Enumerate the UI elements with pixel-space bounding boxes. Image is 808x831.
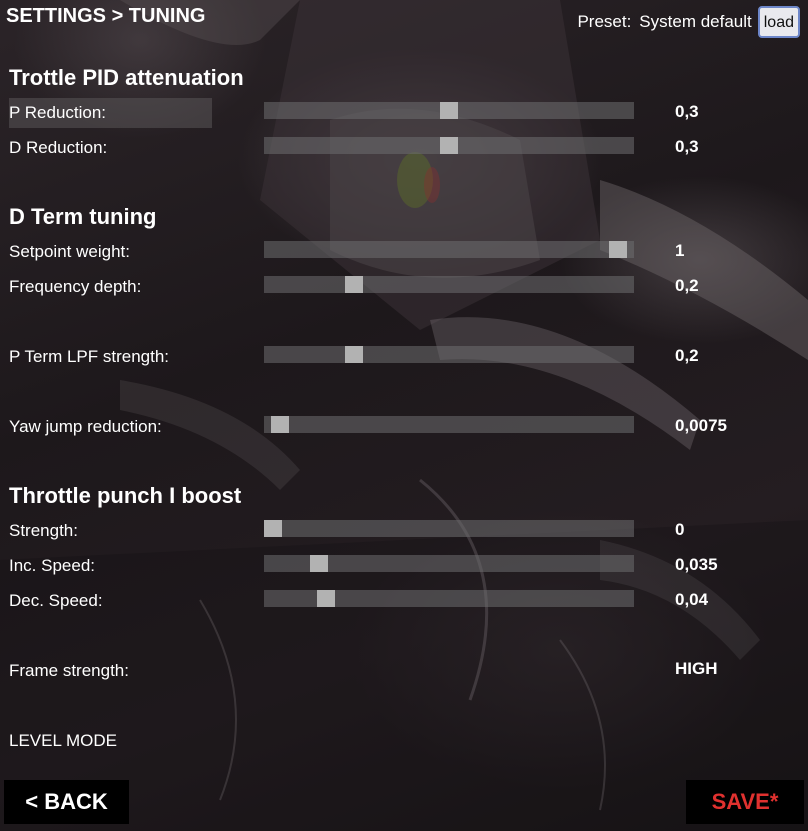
dec-speed-thumb[interactable] [317,590,335,607]
strength-slider[interactable] [264,520,634,537]
setpoint-weight-value: 1 [675,241,685,260]
p-reduction-thumb[interactable] [440,102,458,119]
frame-strength-label: Frame strength: [9,661,129,680]
load-button[interactable]: load [757,6,800,38]
strength-thumb[interactable] [264,520,282,537]
p-reduction-value: 0,3 [675,102,699,121]
yaw-jump-label: Yaw jump reduction: [9,417,162,436]
inc-speed-slider[interactable] [264,555,634,572]
back-button[interactable]: < BACK [4,780,129,824]
yaw-jump-thumb[interactable] [271,416,289,433]
p-reduction-label: P Reduction: [9,98,212,128]
dec-speed-value: 0,04 [675,590,709,609]
frequency-depth-thumb[interactable] [345,276,363,293]
frame-strength-value[interactable]: HIGH [675,659,718,679]
preset-selector: Preset: System default load [577,6,800,38]
setpoint-weight-label: Setpoint weight: [9,242,130,261]
yaw-jump-slider[interactable] [264,416,634,433]
preset-value[interactable]: System default [639,12,751,32]
inc-speed-thumb[interactable] [310,555,328,572]
pterm-lpf-label: P Term LPF strength: [9,347,169,366]
inc-speed-label: Inc. Speed: [9,556,96,575]
d-reduction-thumb[interactable] [440,137,458,154]
d-reduction-label: D Reduction: [9,138,108,157]
pterm-lpf-value: 0,2 [675,346,699,365]
dec-speed-slider[interactable] [264,590,634,607]
frequency-depth-slider[interactable] [264,276,634,293]
level-mode-link[interactable]: LEVEL MODE [9,726,117,756]
inc-speed-value: 0,035 [675,555,718,574]
p-reduction-slider[interactable] [264,102,634,119]
page-title: SETTINGS > TUNING [6,5,206,27]
setpoint-weight-thumb[interactable] [609,241,627,258]
d-reduction-slider[interactable] [264,137,634,154]
preset-label: Preset: [577,12,632,31]
yaw-jump-value: 0,0075 [675,416,727,435]
frequency-depth-label: Frequency depth: [9,277,142,296]
section-title-punch: Throttle punch I boost [9,483,242,508]
strength-label: Strength: [9,521,78,540]
setpoint-weight-slider[interactable] [264,241,634,258]
d-reduction-value: 0,3 [675,137,699,156]
pterm-lpf-thumb[interactable] [345,346,363,363]
dec-speed-label: Dec. Speed: [9,591,103,610]
frequency-depth-value: 0,2 [675,276,699,295]
section-title-dterm: D Term tuning [9,204,157,229]
section-title-throttle-pid: Trottle PID attenuation [9,65,244,90]
strength-value: 0 [675,520,685,539]
pterm-lpf-slider[interactable] [264,346,634,363]
save-button[interactable]: SAVE* [686,780,804,824]
